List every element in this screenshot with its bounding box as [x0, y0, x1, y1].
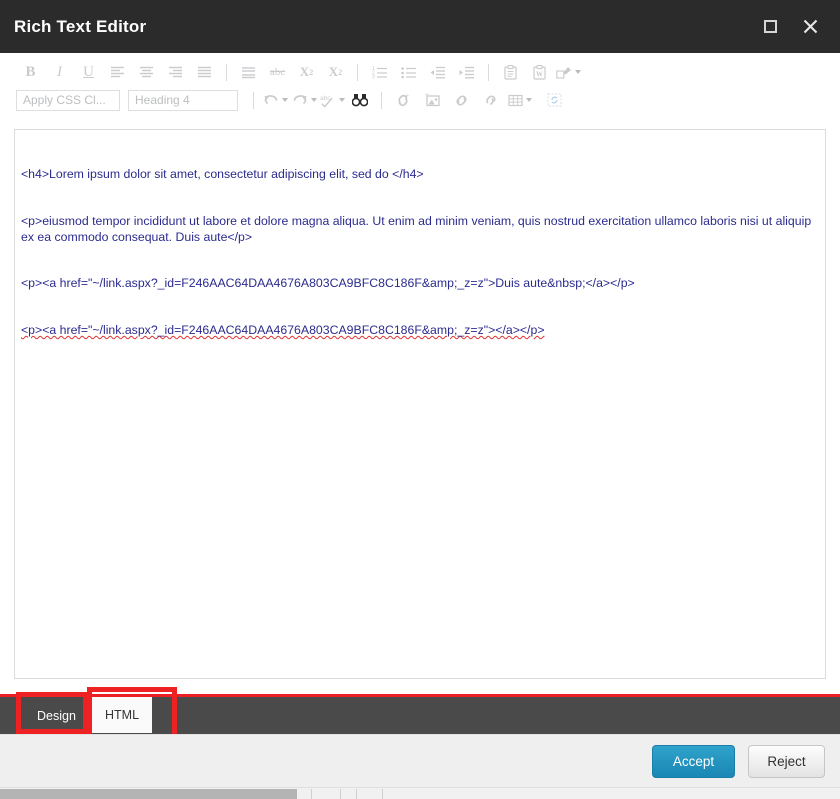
toolbar-row-1: B I U abc X 2 X 2 1 2 3 W — [0, 59, 840, 85]
html-source-content: <h4>Lorem ipsum dolor sit amet, consecte… — [15, 130, 825, 370]
editor-toolbar: B I U abc X 2 X 2 1 2 3 W Apply CSS Cl..… — [0, 53, 840, 117]
insert-image-button[interactable]: + — [418, 89, 447, 111]
insert-anchor-button[interactable] — [447, 89, 476, 111]
svg-text:+: + — [405, 93, 410, 101]
editor-mode-tabstrip: Design HTML — [0, 694, 840, 734]
insert-link-button[interactable]: + — [389, 89, 418, 111]
toolbar-separator — [226, 63, 227, 81]
insert-table-button[interactable] — [505, 89, 534, 111]
chevron-down-icon[interactable] — [311, 98, 317, 102]
scrollbar-tick — [340, 789, 341, 799]
remove-link-button[interactable] — [476, 89, 505, 111]
outdent-button[interactable] — [423, 61, 452, 83]
close-icon[interactable] — [790, 7, 830, 47]
toolbar-row-2: Apply CSS Cl... Heading 4 abc + + — [0, 87, 840, 113]
align-justify-button[interactable] — [190, 61, 219, 83]
paragraph-style-select[interactable]: Heading 4 — [128, 89, 238, 111]
svg-text:3: 3 — [372, 74, 375, 79]
scrollbar-tick — [382, 789, 383, 799]
toolbar-separator — [381, 91, 382, 109]
editor-shell: B I U abc X 2 X 2 1 2 3 W Apply CSS Cl..… — [0, 53, 840, 693]
chevron-down-icon[interactable] — [575, 70, 581, 74]
tab-design[interactable]: Design — [24, 701, 89, 730]
format-painter-button[interactable] — [554, 61, 583, 83]
title-bar: Rich Text Editor — [0, 0, 840, 53]
toolbar-separator — [488, 63, 489, 81]
spellcheck-button[interactable]: abc — [319, 89, 345, 111]
rich-text-editor-dialog: Rich Text Editor B I U abc X 2 X 2 1 2 3… — [0, 0, 840, 799]
paste-button[interactable] — [496, 61, 525, 83]
indent-button[interactable] — [452, 61, 481, 83]
code-line: <p><a href="~/link.aspx?_id=F246AAC64DAA… — [21, 323, 545, 338]
paste-from-word-button[interactable]: W — [525, 61, 554, 83]
scrollbar-thumb[interactable] — [0, 789, 297, 799]
code-line: <p>eiusmod tempor incididunt ut labore e… — [21, 213, 815, 244]
toolbar-separator — [253, 91, 254, 109]
toolbar-separator — [357, 63, 358, 81]
horizontal-scrollbar[interactable] — [0, 787, 840, 799]
html-source-textarea[interactable]: <h4>Lorem ipsum dolor sit amet, consecte… — [14, 129, 826, 679]
dialog-footer: Accept Reject — [0, 734, 840, 787]
line-height-button[interactable] — [234, 61, 263, 83]
tab-html[interactable]: HTML — [92, 697, 153, 733]
bold-button[interactable]: B — [16, 61, 45, 83]
code-line: <p><a href="~/link.aspx?_id=F246AAC64DAA… — [21, 276, 635, 291]
align-left-button[interactable] — [103, 61, 132, 83]
numbered-list-button[interactable]: 123 — [365, 61, 394, 83]
reject-button[interactable]: Reject — [748, 745, 825, 778]
window-title: Rich Text Editor — [14, 16, 147, 36]
svg-text:+: + — [425, 93, 429, 99]
module-manager-button[interactable] — [540, 89, 569, 111]
svg-text:W: W — [536, 70, 543, 78]
redo-button[interactable] — [290, 89, 319, 111]
apply-css-class-select[interactable]: Apply CSS Cl... — [16, 89, 120, 111]
accept-button[interactable]: Accept — [652, 745, 735, 778]
underline-button[interactable]: U — [74, 61, 103, 83]
scrollbar-tick — [356, 789, 357, 799]
bulleted-list-button[interactable] — [394, 61, 423, 83]
chevron-down-icon[interactable] — [525, 98, 532, 102]
subscript-button[interactable]: X2 — [292, 61, 321, 83]
italic-button[interactable]: I — [45, 61, 74, 83]
code-line: <h4>Lorem ipsum dolor sit amet, consecte… — [21, 167, 424, 182]
scrollbar-tick — [311, 789, 312, 799]
align-center-button[interactable] — [132, 61, 161, 83]
superscript-button[interactable]: X2 — [321, 61, 350, 83]
find-and-replace-button[interactable] — [345, 89, 374, 111]
chevron-down-icon[interactable] — [282, 98, 288, 102]
align-right-button[interactable] — [161, 61, 190, 83]
maximize-icon[interactable] — [750, 7, 790, 47]
undo-button[interactable] — [261, 89, 290, 111]
strikethrough-button[interactable]: abc — [263, 61, 292, 83]
